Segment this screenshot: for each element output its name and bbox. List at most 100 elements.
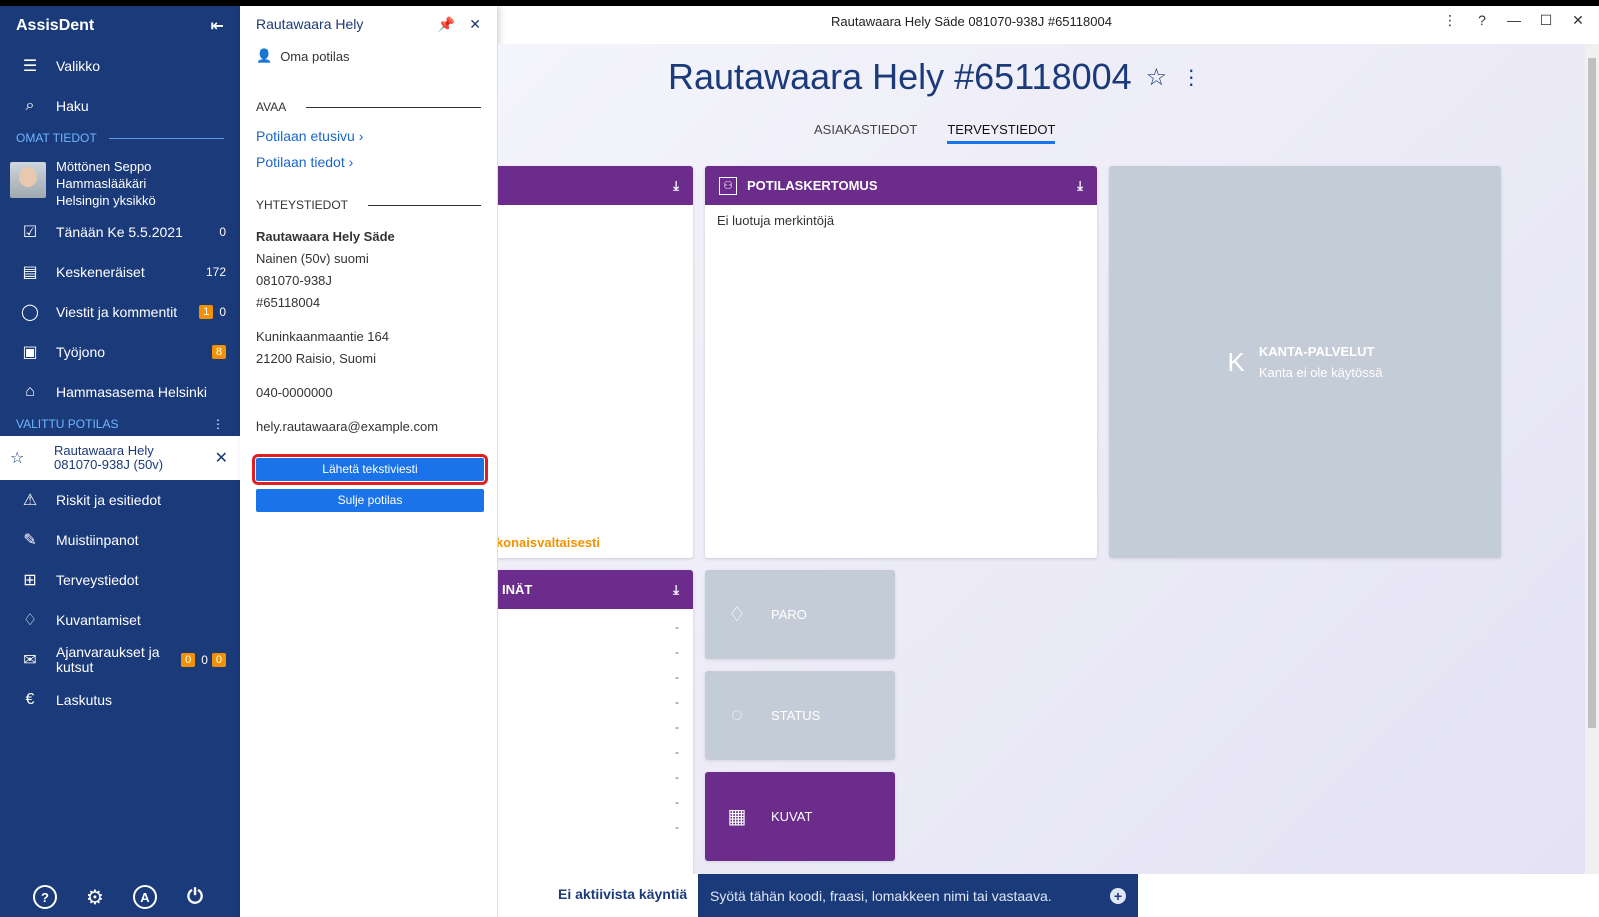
chevron-right-icon: › — [348, 154, 354, 170]
panel-header: Rautawaara Hely 📌 ✕ — [240, 6, 497, 42]
images-tile[interactable]: ▦ KUVAT — [705, 772, 895, 861]
section-open: AVAA — [240, 100, 497, 114]
more-vertical-icon[interactable]: ⋮ — [1181, 65, 1201, 90]
sidebar-item-label: Viestit ja kommentit — [56, 303, 178, 320]
list-item: - — [675, 795, 679, 809]
sidebar-item-unfinished[interactable]: ▤ Keskeneräiset 172 — [0, 252, 240, 292]
tooth-icon: ♢ — [22, 612, 38, 629]
document-icon: ▤ — [22, 264, 38, 281]
tab-customer-info[interactable]: ASIAKASTIEDOT — [814, 122, 917, 144]
list-item: - — [675, 645, 679, 659]
close-patient-button[interactable]: Sulje potilas — [256, 489, 484, 512]
account-icon[interactable]: A — [133, 885, 157, 909]
scrollbar[interactable] — [1585, 44, 1599, 874]
maximize-icon[interactable]: ☐ — [1539, 12, 1553, 29]
selected-patient[interactable]: ☆ Rautawaara Hely 081070-938J (50v) ✕ — [0, 436, 240, 480]
patient-star-icon[interactable]: ☆ — [10, 448, 34, 468]
collapse-sidebar-icon[interactable]: ⇤ — [211, 16, 224, 36]
sidebar-item-billing[interactable]: € Laskutus — [0, 680, 240, 720]
collapse-arrow-icon[interactable]: ⤓ — [1077, 178, 1083, 194]
section-label: VALITTU POTILAS — [16, 417, 119, 431]
pin-icon[interactable]: 📌 — [438, 16, 455, 33]
close-patient-icon[interactable]: ✕ — [215, 448, 228, 468]
link-patient-details[interactable]: Potilaan tiedot › — [240, 154, 497, 170]
sidebar-item-imaging[interactable]: ♢ Kuvantamiset — [0, 600, 240, 640]
window-controls: ⋮ ? — ☐ ✕ — [1443, 12, 1585, 29]
patient-number: #65118004 — [256, 295, 321, 310]
sidebar-item-clinic[interactable]: ⌂ Hammasasema Helsinki — [0, 372, 240, 412]
patient-id: 081070-938J (50v) — [54, 457, 164, 472]
sidebar-item-label: Hammasasema Helsinki — [56, 383, 207, 400]
sidebar-item-label: Riskit ja esitiedot — [56, 491, 162, 508]
sidebar-item-notes[interactable]: ✎ Muistiinpanot — [0, 520, 240, 560]
pencil-icon: ✎ — [23, 532, 37, 549]
more-vertical-icon[interactable]: ⋮ — [212, 417, 224, 431]
sidebar-item-today[interactable]: ☑ Tänään Ke 5.5.2021 0 — [0, 212, 240, 252]
tabs: ASIAKASTIEDOT TERVEYSTIEDOT — [814, 122, 1056, 144]
sidebar-item-messages[interactable]: ◯ Viestit ja kommentit 1 0 — [0, 292, 240, 332]
scrollbar-thumb[interactable] — [1588, 58, 1596, 728]
kanta-card[interactable]: K KANTA-PALVELUT Kanta ei ole käytössä — [1109, 166, 1501, 558]
minimize-icon[interactable]: — — [1507, 12, 1521, 29]
calendar-check-icon: ☑ — [22, 224, 38, 241]
sidebar-item-health[interactable]: ⊞ Terveystiedot — [0, 560, 240, 600]
sidebar-item-label: Terveystiedot — [56, 571, 139, 588]
patient-street: Kuninkaanmaantie 164 — [256, 329, 389, 344]
send-sms-button[interactable]: Lähetä tekstiviesti — [252, 454, 488, 485]
command-input[interactable]: Syötä tähän koodi, fraasi, lomakkeen nim… — [698, 874, 1138, 917]
help-icon[interactable]: ? — [1475, 12, 1489, 29]
gear-icon[interactable]: ⚙ — [83, 885, 107, 909]
clipboard-icon: ▣ — [22, 344, 38, 361]
avatar — [10, 162, 46, 198]
list-item: - — [675, 720, 679, 734]
card-title: POTILASKERTOMUS — [747, 178, 878, 193]
user-unit: Helsingin yksikkö — [56, 193, 156, 208]
power-icon[interactable]: ⏻ — [183, 885, 207, 909]
sidebar-item-label: Työjono — [56, 343, 106, 360]
more-icon[interactable]: ⋮ — [1443, 12, 1457, 29]
current-user[interactable]: Möttönen Seppo Hammaslääkäri Helsingin y… — [0, 150, 240, 212]
help-circle-icon[interactable]: ? — [33, 885, 57, 909]
summary-card: ⤓ okonaisvaltaisesti — [498, 166, 693, 558]
own-patient: 👤 Oma potilas — [240, 42, 497, 70]
person-icon: 👤 — [256, 48, 273, 63]
count: 172 — [205, 265, 226, 279]
link-patient-home[interactable]: Potilaan etusivu › — [240, 128, 497, 144]
second-summary-card: INÄT ⤓ - - - - - - - - - — [498, 570, 693, 874]
sidebar-item-label: Keskeneräiset — [56, 263, 145, 280]
count: 0 — [219, 225, 226, 239]
panel-title: Rautawaara Hely — [256, 16, 364, 32]
sidebar-item-risks[interactable]: ⚠ Riskit ja esitiedot — [0, 480, 240, 520]
section-selected-patient: VALITTU POTILAS ⋮ — [0, 412, 240, 436]
section-own-info: OMAT TIEDOT — [0, 126, 240, 150]
holistic-link[interactable]: okonaisvaltaisesti — [498, 535, 600, 550]
sidebar-item-menu[interactable]: ☰ Valikko — [0, 46, 240, 86]
paro-tile[interactable]: ♢ PARO — [705, 570, 895, 659]
sidebar-item-search[interactable]: ⌕ Haku — [0, 86, 240, 126]
sidebar-item-label: Ajanvaraukset ja kutsut — [56, 644, 160, 675]
section-label: YHTEYSTIEDOT — [256, 198, 349, 212]
sidebar: AssisDent ⇤ ☰ Valikko ⌕ Haku OMAT TIEDOT… — [0, 6, 240, 917]
active-visit-status[interactable]: Ei aktiivista käyntiä — [558, 886, 687, 902]
home-icon: ⌂ — [25, 383, 35, 400]
list-item: - — [675, 820, 679, 834]
link-label: Potilaan etusivu — [256, 128, 355, 144]
close-icon[interactable]: ✕ — [1571, 12, 1585, 29]
status-tile[interactable]: ◌ STATUS — [705, 671, 895, 760]
sidebar-header: AssisDent ⇤ — [0, 6, 240, 46]
tab-health-info[interactable]: TERVEYSTIEDOT — [947, 122, 1056, 144]
collapse-arrow-icon[interactable]: ⤓ — [673, 178, 679, 194]
sidebar-item-queue[interactable]: ▣ Työjono 8 — [0, 332, 240, 372]
collapse-arrow-icon[interactable]: ⤓ — [673, 582, 679, 598]
patient-full-name: Rautawaara Hely Säde — [256, 229, 395, 244]
user-role: Hammaslääkäri — [56, 176, 147, 191]
sidebar-item-appointments[interactable]: ✉ Ajanvaraukset ja kutsut 0 0 0 — [0, 640, 240, 680]
add-icon[interactable]: + — [1110, 887, 1126, 904]
close-panel-icon[interactable]: ✕ — [469, 16, 481, 33]
main-content: Rautawaara Hely #65118004 ☆ ⋮ ASIAKASTIE… — [498, 44, 1599, 874]
sidebar-item-label: Valikko — [56, 57, 101, 74]
section-label: AVAA — [256, 100, 287, 114]
favorite-star-icon[interactable]: ☆ — [1146, 63, 1168, 92]
section-divider — [306, 106, 481, 108]
patient-record-card: ⚇ POTILASKERTOMUS ⤓ Ei luotuja merkintöj… — [705, 166, 1097, 558]
